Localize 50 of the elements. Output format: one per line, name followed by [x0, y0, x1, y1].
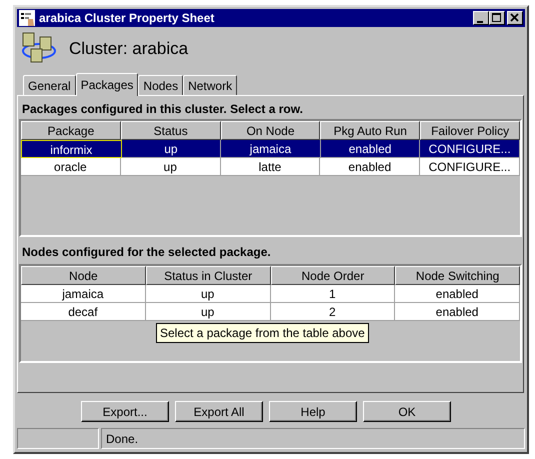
section-caption: Packages configured in this cluster. Select a row. [21, 101, 304, 118]
table-cell: oracle [21, 158, 121, 176]
table-cell: 2 [270, 303, 396, 321]
column-header[interactable]: Pkg Auto Run [320, 121, 420, 140]
column-header[interactable]: On Node [220, 121, 320, 140]
table-cell: jamaica [221, 140, 321, 158]
dialog-button[interactable]: OK [363, 401, 451, 422]
tab[interactable]: Network [183, 75, 238, 95]
maximize-icon [492, 13, 502, 23]
dialog-button[interactable]: Export... [81, 401, 169, 422]
table-cell: CONFIGURE... [420, 158, 520, 176]
tab[interactable]: Nodes [138, 75, 184, 95]
column-header[interactable]: Node [21, 266, 146, 285]
cluster-title: Cluster: arabica [69, 39, 188, 59]
dialog-button[interactable]: Help [269, 401, 357, 422]
table-cell: up [146, 285, 270, 303]
table-cell: jamaica [21, 285, 146, 303]
tab[interactable]: Packages [76, 73, 138, 96]
table-cell: latte [220, 158, 320, 176]
table-cell: 1 [270, 285, 396, 303]
window-title: arabica Cluster Property Sheet [39, 11, 216, 25]
column-header[interactable]: Package [21, 121, 121, 140]
table-row[interactable]: informix up jamaica enabled CONFIGURE... [21, 140, 520, 158]
table-cell: up [122, 140, 222, 158]
tooltip: Select a package from the table above [156, 323, 369, 343]
dialog-button[interactable]: Export All [175, 401, 263, 422]
tab[interactable]: General [23, 75, 76, 95]
table-cell: enabled [395, 303, 520, 321]
close-button[interactable] [507, 11, 523, 25]
table-cell: CONFIGURE... [420, 140, 520, 158]
column-header[interactable]: Node Switching [395, 266, 520, 285]
table-cell: decaf [21, 303, 146, 321]
column-header[interactable]: Node Order [270, 266, 396, 285]
maximize-button[interactable] [489, 11, 505, 25]
table-cell: enabled [395, 285, 520, 303]
close-icon [510, 13, 520, 23]
table-cell: up [146, 303, 270, 321]
table-cell: enabled [320, 140, 420, 158]
status-message: Done. [101, 428, 525, 449]
app-icon [19, 10, 35, 26]
column-header[interactable]: Status in Cluster [146, 266, 270, 285]
table-row[interactable]: oracle up latte enabled CONFIGURE... [21, 158, 520, 176]
table-cell: enabled [320, 158, 420, 176]
minimize-button[interactable] [473, 11, 489, 25]
section-caption: Nodes configured for the selected package. [21, 244, 272, 261]
column-header[interactable]: Status [120, 121, 221, 140]
column-header[interactable]: Failover Policy [420, 121, 520, 140]
minimize-icon [477, 20, 483, 22]
table-cell: up [120, 158, 221, 176]
table-cell: informix [21, 140, 122, 158]
